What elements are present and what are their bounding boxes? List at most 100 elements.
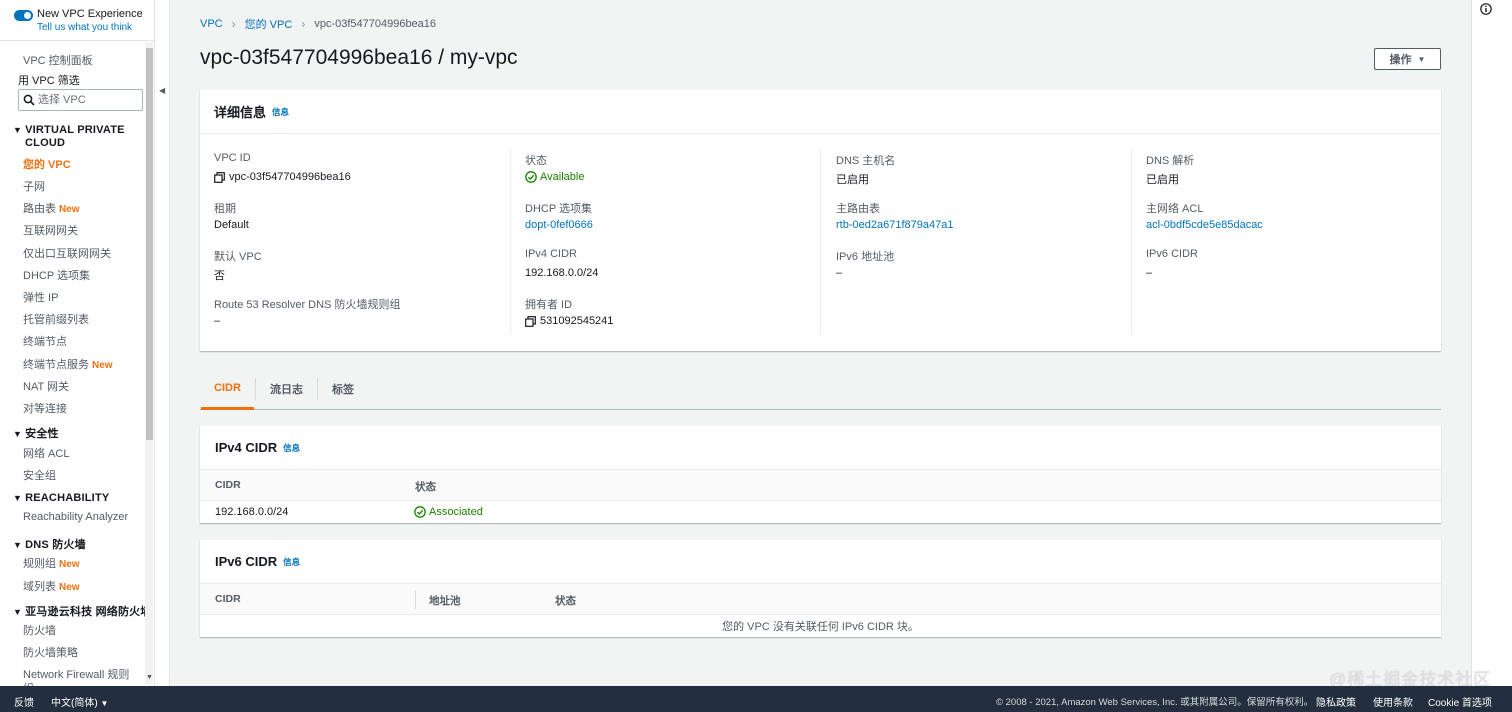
actions-button[interactable]: 操作 ▼ bbox=[1374, 48, 1441, 70]
info-link[interactable]: 信息 bbox=[283, 556, 300, 568]
column-header-status[interactable]: 状态 bbox=[555, 593, 576, 608]
dns-hostnames-label: DNS 主机名 bbox=[836, 155, 896, 167]
column-divider bbox=[1131, 148, 1132, 334]
sidebar-item-your-vpcs[interactable]: 您的 VPC bbox=[23, 156, 71, 172]
section-network-firewall[interactable]: ▼ 亚马逊云科技 网络防火墙 bbox=[13, 603, 152, 619]
breadcrumb-vpc[interactable]: VPC bbox=[200, 18, 223, 30]
tab-flow-logs[interactable]: 流日志 bbox=[256, 368, 317, 409]
column-header-pool[interactable]: 地址池 bbox=[429, 593, 461, 608]
vpc-filter-input[interactable] bbox=[38, 94, 138, 106]
ipv4-cidr-header: IPv4 CIDR 信息 bbox=[200, 426, 1441, 470]
dhcp-link[interactable]: dopt-0fef0666 bbox=[525, 219, 593, 231]
dns-resolution-value: 已启用 bbox=[1146, 174, 1179, 186]
copy-icon[interactable] bbox=[214, 171, 225, 183]
copy-icon[interactable] bbox=[525, 315, 536, 327]
new-badge: New bbox=[59, 204, 80, 215]
page-title: vpc-03f547704996bea16 / my-vpc bbox=[200, 46, 518, 69]
tenancy-label: 租期 bbox=[214, 203, 236, 215]
breadcrumb-your-vpcs[interactable]: 您的 VPC bbox=[245, 16, 293, 32]
sidebar-item-prefix-lists[interactable]: 托管前缀列表 bbox=[23, 311, 89, 327]
caret-down-icon: ▼ bbox=[13, 125, 23, 135]
ipv4-cidr-value: 192.168.0.0/24 bbox=[525, 267, 599, 279]
filter-label: 用 VPC 筛选 bbox=[18, 75, 80, 87]
sidebar-item-endpoint-services[interactable]: 终端节点服务 New bbox=[23, 356, 113, 372]
section-security[interactable]: ▼ 安全性 bbox=[13, 425, 59, 441]
route53-value: – bbox=[214, 315, 221, 327]
owner-id-value: 531092545241 bbox=[525, 315, 613, 327]
vpc-id-label: VPC ID bbox=[214, 152, 251, 164]
route53-label: Route 53 Resolver DNS 防火墙规则组 bbox=[214, 299, 401, 311]
section-reachability[interactable]: ▼ REACHABILITY bbox=[13, 492, 109, 504]
default-vpc-label: 默认 VPC bbox=[214, 251, 262, 263]
tab-cidr[interactable]: CIDR bbox=[201, 368, 254, 410]
sidebar-item-nfw-rule-groups[interactable]: Network Firewall 规则 bbox=[23, 666, 129, 682]
table-header-row: CIDR 地址池 状态 bbox=[200, 584, 1441, 615]
sidebar-item-firewall-policies[interactable]: 防火墙策略 bbox=[23, 644, 78, 660]
collapse-left-icon[interactable]: ◀ bbox=[159, 86, 165, 95]
caret-down-icon: ▼ bbox=[13, 493, 23, 503]
footer-privacy[interactable]: 隐私政策 bbox=[1316, 694, 1356, 709]
vpc-filter-select[interactable] bbox=[18, 89, 143, 111]
state-value: Available bbox=[525, 171, 584, 183]
chevron-right-icon: › bbox=[231, 17, 236, 31]
owner-id-label: 拥有者 ID bbox=[525, 299, 573, 311]
footer-language[interactable]: 中文(简体) ▼ bbox=[51, 694, 108, 709]
sidebar-scroll-thumb[interactable] bbox=[146, 48, 153, 440]
new-experience-toggle[interactable]: New VPC Experience Tell us what you thin… bbox=[14, 8, 143, 34]
sidebar-item-igw[interactable]: 互联网网关 bbox=[23, 222, 78, 238]
dns-hostnames-value: 已启用 bbox=[836, 174, 869, 186]
sidebar-item-sg[interactable]: 安全组 bbox=[23, 467, 56, 483]
sidebar-item-domain-lists[interactable]: 域列表 New bbox=[23, 578, 80, 594]
table-cell-cidr: 192.168.0.0/24 bbox=[215, 506, 289, 518]
sidebar-item-endpoints[interactable]: 终端节点 bbox=[23, 333, 67, 349]
breadcrumb: VPC › 您的 VPC › vpc-03f547704996bea16 bbox=[200, 16, 436, 32]
footer-feedback[interactable]: 反馈 bbox=[14, 694, 34, 709]
section-dns-firewall[interactable]: ▼ DNS 防火墙 bbox=[13, 536, 86, 552]
section-vpc-line2: CLOUD bbox=[25, 137, 66, 149]
sidebar-item-nacl[interactable]: 网络 ACL bbox=[23, 445, 69, 461]
sidebar-divider bbox=[0, 40, 154, 41]
scroll-down-arrow-icon[interactable]: ▼ bbox=[146, 674, 153, 681]
sidebar-item-dashboard[interactable]: VPC 控制面板 bbox=[23, 52, 93, 68]
column-header-cidr[interactable]: CIDR bbox=[215, 593, 241, 605]
column-separator bbox=[415, 591, 416, 609]
sidebar-item-rule-groups[interactable]: 规则组 New bbox=[23, 555, 80, 571]
sidebar-item-dhcp[interactable]: DHCP 选项集 bbox=[23, 267, 90, 283]
table-cell-status: Associated bbox=[414, 506, 483, 518]
sidebar-item-subnets[interactable]: 子网 bbox=[23, 178, 45, 194]
info-icon[interactable] bbox=[1480, 3, 1492, 15]
sidebar-item-reachability-analyzer[interactable]: Reachability Analyzer bbox=[23, 511, 128, 523]
sidebar-item-nat[interactable]: NAT 网关 bbox=[23, 378, 69, 394]
column-header-status[interactable]: 状态 bbox=[415, 479, 436, 494]
sidebar-collapse-bar[interactable]: ◀ bbox=[155, 0, 170, 686]
sidebar-item-eigw[interactable]: 仅出口互联网网关 bbox=[23, 245, 111, 261]
ipv6-cidr-label: IPv6 CIDR bbox=[1146, 248, 1198, 260]
section-vpc[interactable]: ▼ VIRTUAL PRIVATE bbox=[13, 124, 125, 136]
caret-down-icon: ▼ bbox=[100, 699, 109, 708]
empty-table-message: 您的 VPC 没有关联任何 IPv6 CIDR 块。 bbox=[722, 621, 919, 633]
column-divider bbox=[510, 148, 511, 334]
column-divider bbox=[820, 148, 821, 334]
info-link[interactable]: 信息 bbox=[272, 106, 289, 118]
details-title: 详细信息 bbox=[214, 105, 267, 120]
main-acl-link[interactable]: acl-0bdf5cde5e85dacac bbox=[1146, 219, 1263, 231]
feedback-link[interactable]: Tell us what you think bbox=[37, 21, 143, 34]
sidebar-item-eip[interactable]: 弹性 IP bbox=[23, 289, 58, 305]
sidebar-item-route-tables[interactable]: 路由表 New bbox=[23, 200, 80, 216]
sidebar-item-firewalls[interactable]: 防火墙 bbox=[23, 622, 56, 638]
main-acl-label: 主网络 ACL bbox=[1146, 203, 1204, 215]
footer-cookie[interactable]: Cookie 首选项 bbox=[1428, 694, 1492, 709]
status-check-icon bbox=[414, 506, 426, 518]
default-vpc-value: 否 bbox=[214, 270, 225, 282]
new-badge: New bbox=[92, 360, 113, 371]
state-label: 状态 bbox=[525, 155, 547, 167]
main-route-table-link[interactable]: rtb-0ed2a671f879a47a1 bbox=[836, 219, 953, 231]
footer-terms[interactable]: 使用条款 bbox=[1373, 694, 1413, 709]
tab-tags[interactable]: 标签 bbox=[318, 368, 368, 409]
info-link[interactable]: 信息 bbox=[283, 442, 300, 454]
caret-down-icon: ▼ bbox=[13, 607, 23, 617]
sidebar-item-peering[interactable]: 对等连接 bbox=[23, 400, 67, 416]
details-panel: 详细信息 信息 VPC ID vpc-03f547704996bea16 租期 … bbox=[200, 90, 1441, 351]
column-header-cidr[interactable]: CIDR bbox=[215, 479, 241, 491]
toggle-switch[interactable] bbox=[14, 10, 33, 21]
